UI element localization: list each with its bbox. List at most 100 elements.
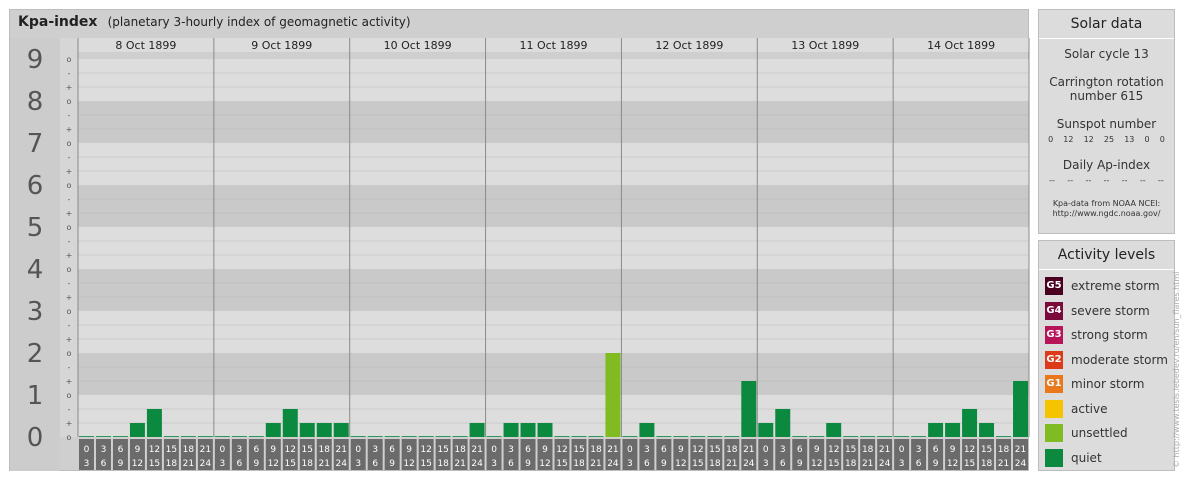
carrington-rotation-number: number 615 — [1069, 89, 1144, 103]
interval-start: 3 — [916, 445, 922, 455]
interval-start: 3 — [644, 445, 650, 455]
interval-start: 9 — [135, 445, 141, 455]
interval-start: 15 — [709, 445, 720, 455]
interval-end: 18 — [573, 459, 585, 469]
kp-bar — [350, 436, 366, 437]
interval-start: 15 — [981, 445, 992, 455]
kp-band — [78, 395, 1029, 437]
interval-end: 15 — [964, 459, 975, 469]
level-swatch — [1045, 424, 1063, 443]
interval-end: 24 — [607, 459, 619, 469]
daily-ap-title: Daily Ap-index — [1062, 158, 1151, 172]
interval-end: 21 — [183, 459, 194, 469]
y-minor-tick: - — [68, 321, 71, 330]
kp-band — [78, 185, 1029, 227]
interval-start: 9 — [270, 445, 276, 455]
interval-end: 9 — [118, 459, 124, 469]
interval-start: 21 — [200, 445, 211, 455]
kp-bar — [503, 423, 519, 437]
interval-end: 12 — [811, 459, 822, 469]
kp-bar — [605, 353, 621, 437]
interval-start: 18 — [183, 445, 195, 455]
activity-level-strong-storm: G3 strong storm — [1045, 323, 1174, 348]
solar-data-panel: Solar data Solar cycle 13 Carrington rot… — [1038, 9, 1175, 234]
y-minor-tick: o — [67, 223, 72, 232]
kp-bar — [197, 436, 213, 437]
kp-bar — [673, 436, 689, 437]
level-label: strong storm — [1071, 328, 1148, 343]
interval-end: 6 — [101, 459, 107, 469]
interval-start: 9 — [678, 445, 684, 455]
y-minor-tick: + — [66, 83, 73, 92]
interval-end: 9 — [253, 459, 259, 469]
y-minor-tick: - — [68, 363, 71, 372]
interval-start: 6 — [933, 445, 939, 455]
interval-start: 9 — [406, 445, 412, 455]
interval-start: 21 — [471, 445, 482, 455]
interval-start: 3 — [101, 445, 107, 455]
kp-bar — [979, 423, 995, 437]
interval-end: 18 — [981, 459, 993, 469]
interval-end: 21 — [998, 459, 1009, 469]
interval-start: 21 — [743, 445, 754, 455]
sunspot-number-title: Sunspot number — [1056, 117, 1157, 131]
y-minor-tick: o — [67, 97, 72, 106]
kp-bar — [741, 381, 757, 437]
interval-start: 18 — [454, 445, 466, 455]
level-swatch: G1 — [1045, 375, 1063, 394]
day-label: 10 Oct 1899 — [384, 39, 452, 52]
y-minor-tick: - — [68, 111, 71, 120]
level-swatch: G3 — [1045, 326, 1063, 345]
kp-band — [78, 143, 1029, 185]
kp-bar — [248, 436, 264, 437]
kp-band — [78, 101, 1029, 143]
kp-bar — [520, 423, 536, 437]
y-minor-tick: + — [66, 251, 73, 260]
kp-bar — [95, 436, 111, 437]
interval-start: 21 — [607, 445, 618, 455]
interval-start: 6 — [389, 445, 395, 455]
kp-bar — [180, 436, 196, 437]
kp-bar — [282, 408, 298, 437]
level-label: extreme storm — [1071, 279, 1160, 294]
kp-bar — [622, 436, 638, 437]
interval-end: 24 — [743, 459, 755, 469]
y-minor-tick: + — [66, 209, 73, 218]
kpa-chart: 0123456789o+-o+-o+-o+-o+-o+-o+-o+-o+-o8 … — [10, 38, 1030, 471]
interval-end: 3 — [355, 459, 361, 469]
interval-end: 6 — [780, 459, 786, 469]
interval-end: 18 — [845, 459, 857, 469]
sunspot-value: 25 — [1103, 135, 1115, 144]
ap-value: -- — [1049, 176, 1055, 185]
interval-end: 21 — [454, 459, 465, 469]
interval-end: 9 — [389, 459, 395, 469]
interval-end: 9 — [525, 459, 531, 469]
data-source-link[interactable]: http://www.ngdc.noaa.gov/ — [1039, 209, 1174, 219]
activity-level-moderate-storm: G2 moderate storm — [1045, 348, 1174, 373]
interval-end: 6 — [644, 459, 650, 469]
y-tick-label: 3 — [27, 297, 44, 327]
interval-start: 12 — [556, 445, 567, 455]
interval-start: 0 — [84, 445, 90, 455]
kp-bar — [401, 436, 417, 437]
interval-start: 0 — [899, 445, 905, 455]
interval-end: 12 — [132, 459, 143, 469]
level-swatch: G4 — [1045, 301, 1063, 320]
kp-band — [78, 353, 1029, 395]
kp-bar — [231, 436, 247, 437]
activity-level-unsettled: unsettled — [1045, 421, 1174, 446]
activity-levels-legend: G5 extreme storm G4 severe storm G3 strong st… — [1039, 270, 1174, 470]
interval-end: 15 — [420, 459, 431, 469]
kp-bar — [79, 436, 94, 437]
interval-end: 15 — [556, 459, 567, 469]
interval-start: 12 — [149, 445, 160, 455]
interval-start: 0 — [763, 445, 769, 455]
kp-bar — [469, 423, 485, 437]
day-label: 8 Oct 1899 — [115, 39, 176, 52]
interval-start: 3 — [372, 445, 378, 455]
kp-bar — [911, 436, 927, 437]
y-minor-tick: o — [67, 307, 72, 316]
y-tick-label: 0 — [27, 423, 44, 453]
interval-start: 21 — [335, 445, 346, 455]
interval-end: 21 — [319, 459, 330, 469]
